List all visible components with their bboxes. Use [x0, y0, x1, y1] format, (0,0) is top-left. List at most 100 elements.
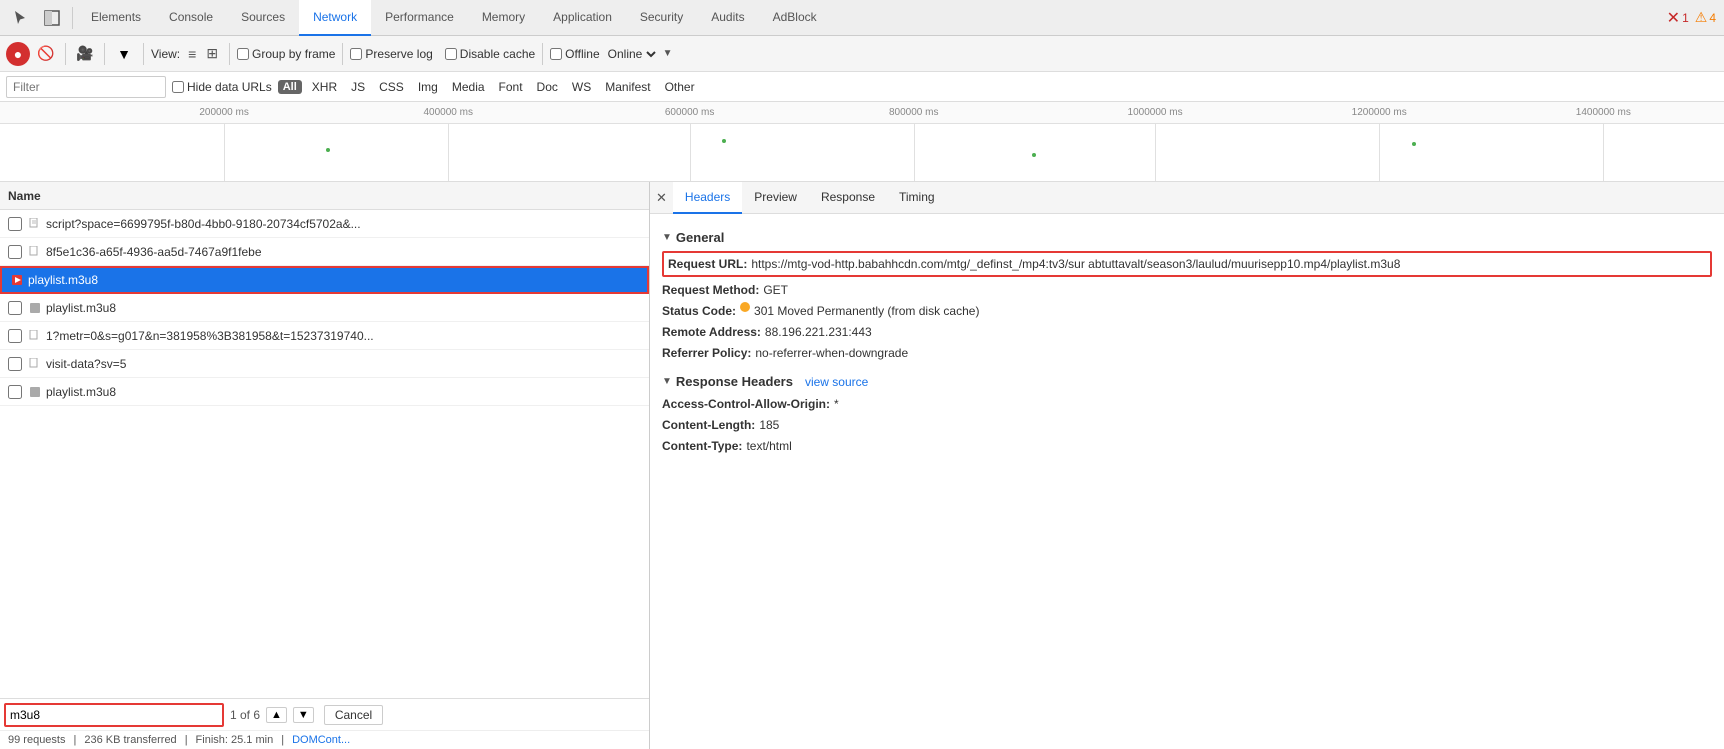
hide-data-urls-group[interactable]: Hide data URLs — [172, 80, 272, 94]
js-filter-button[interactable]: JS — [347, 79, 369, 95]
tab-application[interactable]: Application — [539, 0, 626, 36]
tab-memory[interactable]: Memory — [468, 0, 539, 36]
list-item[interactable]: playlist.m3u8 — [0, 378, 649, 406]
list-item[interactable]: 8f5e1c36-a65f-4936-aa5d-7467a9f1febe — [0, 238, 649, 266]
list-item[interactable]: visit-data?sv=5 — [0, 350, 649, 378]
font-filter-button[interactable]: Font — [495, 79, 527, 95]
cancel-button[interactable]: Cancel — [324, 705, 383, 725]
content-type-label: Content-Type: — [662, 437, 742, 455]
camera-button[interactable]: 🎥 — [73, 42, 97, 66]
close-panel-button[interactable]: ✕ — [650, 182, 673, 214]
media-icon — [10, 273, 24, 287]
clear-button[interactable]: 🚫 — [34, 42, 58, 66]
list-item-checkbox[interactable] — [8, 301, 22, 315]
collapse-triangle-icon: ▼ — [662, 232, 672, 243]
graph-dot-2 — [722, 139, 726, 143]
view-source-link[interactable]: view source — [805, 375, 868, 389]
remote-address-value: 88.196.221.231:443 — [765, 323, 872, 341]
list-item-selected[interactable]: playlist.m3u8 — [0, 266, 649, 294]
search-input[interactable] — [10, 708, 218, 722]
finish-time: Finish: 25.1 min — [196, 734, 274, 746]
online-dropdown[interactable]: Online — [604, 46, 659, 62]
list-item-checkbox[interactable] — [8, 245, 22, 259]
hide-data-urls-checkbox[interactable] — [172, 81, 184, 93]
referrer-policy-label: Referrer Policy: — [662, 344, 751, 362]
list-item-checkbox[interactable] — [8, 357, 22, 371]
tick-3: 600000 ms — [665, 107, 714, 118]
manifest-filter-button[interactable]: Manifest — [601, 79, 654, 95]
graph-line-1 — [224, 124, 225, 181]
preserve-log-label: Preserve log — [365, 47, 432, 61]
group-by-frame-checkbox[interactable] — [237, 48, 249, 60]
referrer-policy-value: no-referrer-when-downgrade — [755, 344, 908, 362]
filter-button[interactable]: ▼ — [112, 42, 136, 66]
media-icon — [28, 385, 42, 399]
search-next-button[interactable]: ▼ — [293, 707, 314, 723]
network-toolbar: ● 🚫 🎥 ▼ View: ≡ ⊞ Group by frame Preserv… — [0, 36, 1724, 72]
tick-7: 1400000 ms — [1576, 107, 1631, 118]
ws-filter-button[interactable]: WS — [568, 79, 595, 95]
graph-dot-4 — [1412, 142, 1416, 146]
tab-performance[interactable]: Performance — [371, 0, 468, 36]
response-headers-section-title[interactable]: ▼ Response Headers view source — [662, 374, 1712, 389]
group-by-frame-group[interactable]: Group by frame — [237, 47, 335, 61]
general-section-title[interactable]: ▼ General — [662, 230, 1712, 245]
filter-input[interactable] — [6, 76, 166, 98]
doc-icon — [28, 329, 42, 343]
tab-timing[interactable]: Timing — [887, 182, 947, 214]
tab-console[interactable]: Console — [155, 0, 227, 36]
timeline-area: 200000 ms 400000 ms 600000 ms 800000 ms … — [0, 102, 1724, 182]
tab-response[interactable]: Response — [809, 182, 887, 214]
img-filter-button[interactable]: Img — [414, 79, 442, 95]
preserve-log-group[interactable]: Preserve log — [350, 47, 432, 61]
graph-line-3 — [690, 124, 691, 181]
tab-headers[interactable]: Headers — [673, 182, 742, 214]
css-filter-button[interactable]: CSS — [375, 79, 408, 95]
view-grid-button[interactable]: ⊞ — [202, 43, 222, 64]
view-icons: ≡ ⊞ — [184, 43, 222, 64]
request-method-row: Request Method: GET — [662, 281, 1712, 299]
list-item[interactable]: 1?metr=0&s=g017&n=381958%3B381958&t=1523… — [0, 322, 649, 350]
referrer-policy-row: Referrer Policy: no-referrer-when-downgr… — [662, 344, 1712, 362]
tab-sources[interactable]: Sources — [227, 0, 299, 36]
tab-audits[interactable]: Audits — [697, 0, 758, 36]
list-item-checkbox[interactable] — [8, 217, 22, 231]
dropdown-arrow-icon[interactable]: ▼ — [663, 48, 673, 59]
media-icon — [28, 301, 42, 315]
top-tab-bar: Elements Console Sources Network Perform… — [0, 0, 1724, 36]
doc-filter-button[interactable]: Doc — [533, 79, 562, 95]
offline-group[interactable]: Offline — [550, 47, 599, 61]
toolbar-divider-4 — [229, 43, 230, 65]
tab-elements[interactable]: Elements — [77, 0, 155, 36]
dom-content-link[interactable]: DOMCont... — [292, 734, 350, 746]
access-control-value: * — [834, 395, 839, 413]
cursor-icon[interactable] — [4, 10, 36, 26]
media-filter-button[interactable]: Media — [448, 79, 489, 95]
record-button[interactable]: ● — [6, 42, 30, 66]
list-item[interactable]: playlist.m3u8 — [0, 294, 649, 322]
list-item-text: playlist.m3u8 — [46, 385, 641, 399]
search-prev-button[interactable]: ▲ — [266, 707, 287, 723]
list-item-text: script?space=6699795f-b80d-4bb0-9180-207… — [46, 217, 641, 231]
graph-line-7 — [1603, 124, 1604, 181]
list-item-checkbox[interactable] — [8, 329, 22, 343]
xhr-filter-button[interactable]: XHR — [308, 79, 341, 95]
search-count: 1 of 6 — [230, 708, 260, 722]
tab-security[interactable]: Security — [626, 0, 697, 36]
offline-checkbox[interactable] — [550, 48, 562, 60]
list-item[interactable]: script?space=6699795f-b80d-4bb0-9180-207… — [0, 210, 649, 238]
all-filter-button[interactable]: All — [278, 80, 302, 94]
other-filter-button[interactable]: Other — [661, 79, 699, 95]
tick-4: 800000 ms — [889, 107, 938, 118]
disable-cache-checkbox[interactable] — [445, 48, 457, 60]
tab-preview[interactable]: Preview — [742, 182, 809, 214]
dock-icon[interactable] — [36, 10, 68, 26]
content-type-row: Content-Type: text/html — [662, 437, 1712, 455]
preserve-log-checkbox[interactable] — [350, 48, 362, 60]
list-body: script?space=6699795f-b80d-4bb0-9180-207… — [0, 210, 649, 698]
view-list-button[interactable]: ≡ — [184, 43, 200, 64]
tab-network[interactable]: Network — [299, 0, 371, 36]
list-item-checkbox[interactable] — [8, 385, 22, 399]
disable-cache-group[interactable]: Disable cache — [445, 47, 535, 61]
tab-adblock[interactable]: AdBlock — [759, 0, 831, 36]
